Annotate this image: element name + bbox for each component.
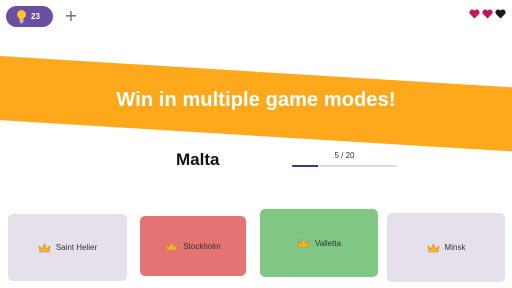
crown-icon — [427, 242, 439, 252]
crown-icon — [38, 242, 51, 252]
progress-bar — [292, 165, 397, 167]
progress-fill — [292, 165, 319, 167]
answer-option[interactable]: Minsk — [387, 213, 505, 282]
crown-icon — [165, 241, 178, 251]
answer-option[interactable]: Saint Helier — [8, 214, 127, 281]
country-name: Malta — [176, 150, 220, 169]
crown-icon — [297, 238, 310, 248]
progress-label: 5 / 20 — [334, 151, 355, 160]
heart-icon — [495, 9, 506, 19]
promo-banner-text: Win in multiple game modes! — [116, 89, 396, 111]
answer-option[interactable]: Valletta — [260, 209, 378, 277]
answer-option[interactable]: Stockholm — [140, 216, 246, 276]
hint-count: 23 — [31, 12, 40, 21]
answer-option-label: Stockholm — [183, 241, 221, 251]
answer-option-label: Saint Helier — [55, 243, 98, 252]
answer-option-label: Minsk — [444, 243, 466, 252]
lives-indicator — [469, 9, 506, 19]
answer-option-label: Valletta — [314, 238, 342, 248]
lightbulb-icon — [17, 10, 26, 24]
hint-counter-button[interactable]: 23 — [6, 6, 53, 27]
heart-icon — [469, 9, 480, 19]
add-hints-button[interactable]: + — [62, 7, 80, 25]
heart-icon — [482, 9, 493, 19]
